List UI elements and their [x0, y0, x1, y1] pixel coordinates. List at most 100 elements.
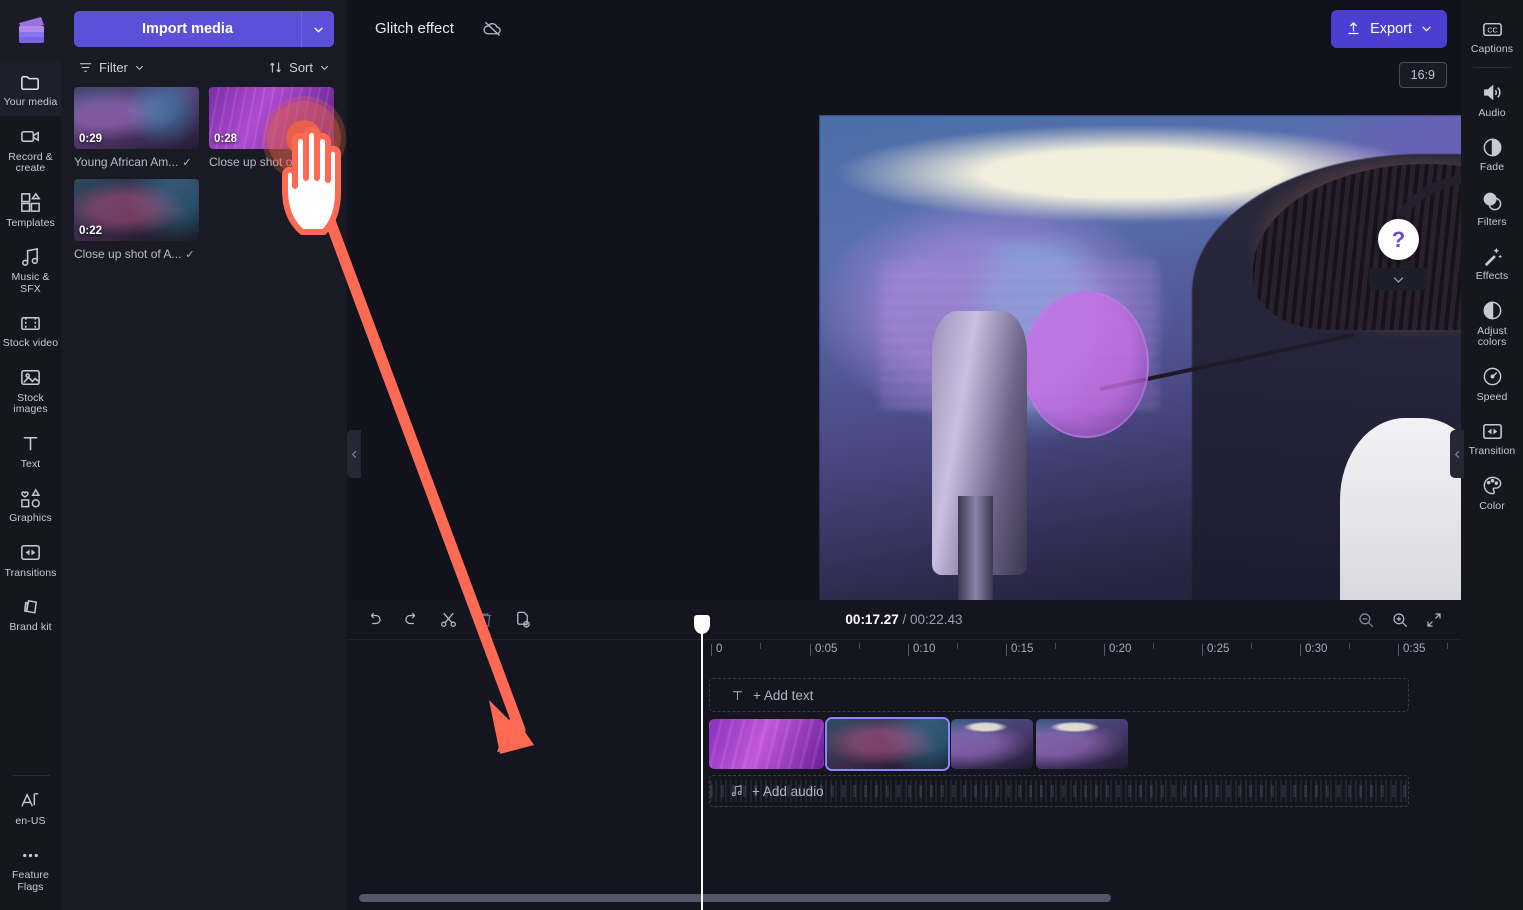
sidebar-item-text[interactable]: Text: [0, 423, 61, 478]
checkmark-icon: ✓: [182, 156, 192, 169]
panel-item-speed[interactable]: Speed: [1462, 356, 1523, 411]
sort-icon: [268, 60, 283, 75]
sidebar-item-templates[interactable]: Templates: [0, 182, 61, 237]
filter-icon: [78, 60, 93, 75]
media-thumbnail[interactable]: 0:28: [209, 87, 334, 149]
zoom-in-button[interactable]: [1391, 611, 1409, 629]
sidebar-label: en-US: [15, 814, 46, 827]
top-bar-right: Export: [1331, 9, 1447, 48]
folder-icon: [19, 70, 42, 94]
timeline-clip-3[interactable]: [951, 719, 1033, 769]
filters-icon: [1481, 190, 1504, 214]
video-pop-filter: [1022, 291, 1149, 438]
export-button[interactable]: Export: [1331, 9, 1447, 48]
project-title[interactable]: Glitch effect: [361, 13, 468, 44]
templates-icon: [19, 191, 42, 215]
sidebar-item-stock-video[interactable]: Stock video: [0, 302, 61, 357]
panel-item-fade[interactable]: Fade: [1462, 126, 1523, 181]
svg-text:CC: CC: [1487, 26, 1497, 34]
top-bar: Glitch effect Export: [347, 0, 1461, 57]
sidebar-label: Your media: [3, 96, 58, 108]
delete-button[interactable]: [476, 610, 495, 629]
speedometer-icon: [1481, 365, 1504, 389]
chevron-down-icon: [312, 23, 325, 36]
timeline-ruler[interactable]: 0 0:05 0:10 0:15 0:20 0:25 0:30 0:35 0:4…: [705, 640, 1461, 664]
media-item[interactable]: 0:28 Close up shot of: [209, 87, 334, 169]
media-name-row: Close up shot of A... ✓: [74, 247, 199, 261]
panel-item-effects[interactable]: Effects: [1462, 235, 1523, 290]
panel-item-adjust-colors[interactable]: Adjust colors: [1462, 290, 1523, 356]
panel-item-color[interactable]: Color: [1462, 465, 1523, 520]
chevron-down-icon: [319, 62, 330, 73]
fade-icon: [1481, 135, 1504, 159]
panel-item-audio[interactable]: Audio: [1462, 72, 1523, 127]
closed-caption-icon: CC: [1481, 17, 1504, 41]
timeline-clip-4[interactable]: [1036, 719, 1128, 769]
redo-button[interactable]: [402, 610, 421, 629]
clipchamp-logo[interactable]: [0, 0, 61, 61]
collapse-preview-tab[interactable]: [1369, 268, 1427, 290]
media-name-row: Close up shot of: [209, 155, 334, 169]
media-item[interactable]: 0:22 Close up shot of A... ✓: [74, 179, 199, 261]
import-media-dropdown-button[interactable]: [301, 11, 334, 47]
brand-kit-icon: [19, 595, 42, 619]
media-thumbnail[interactable]: 0:22: [74, 179, 199, 241]
palette-icon: [1481, 474, 1504, 498]
filter-button[interactable]: Filter: [78, 60, 145, 75]
media-name-row: Young African Am... ✓: [74, 155, 199, 169]
split-button[interactable]: [439, 610, 458, 629]
right-properties-rail: CC Captions Audio Fade Filters Effects A…: [1461, 0, 1523, 910]
add-audio-inner: + Add audio: [730, 784, 824, 799]
panel-label: Effects: [1475, 270, 1509, 282]
media-thumbnail[interactable]: 0:29: [74, 87, 199, 149]
sidebar-item-your-media[interactable]: Your media: [0, 61, 61, 116]
sidebar-item-feature-flags[interactable]: Feature Flags: [0, 834, 61, 900]
timeline-clip-2[interactable]: [827, 719, 948, 769]
music-note-icon: [19, 245, 42, 269]
timeline-scrollbar-thumb[interactable]: [359, 894, 1111, 902]
timeline-clip-1[interactable]: [709, 719, 824, 769]
media-duration: 0:28: [214, 133, 238, 145]
sidebar-item-language[interactable]: en-US: [0, 780, 61, 835]
cloud-off-icon: [482, 18, 503, 39]
sidebar-item-record-create[interactable]: Record & create: [0, 116, 61, 182]
timeline-scrollbar-track[interactable]: [347, 894, 1461, 902]
media-title: Close up shot of A...: [74, 247, 182, 261]
import-media-row: Import media: [74, 11, 334, 47]
panel-item-filters[interactable]: Filters: [1462, 181, 1523, 236]
magic-wand-icon: [1481, 244, 1504, 268]
help-button[interactable]: ?: [1378, 219, 1419, 260]
duplicate-button[interactable]: [513, 610, 532, 629]
left-navigation-rail: Your media Record & create Templates Mus…: [0, 0, 61, 910]
checkmark-icon: ✓: [185, 248, 195, 261]
import-media-button[interactable]: Import media: [74, 11, 301, 47]
collapse-media-panel-handle[interactable]: [347, 430, 361, 478]
sidebar-item-graphics[interactable]: Graphics: [0, 477, 61, 532]
add-audio-track[interactable]: + Add audio: [709, 775, 1409, 807]
timeline: 00:17.27 / 00:22.43 0 0:05 0:10 0:15 0:2…: [347, 600, 1461, 910]
media-item[interactable]: 0:29 Young African Am... ✓: [74, 87, 199, 169]
timeline-zoom-controls: [1357, 611, 1443, 629]
panel-item-transition[interactable]: Transition: [1462, 410, 1523, 465]
sort-button[interactable]: Sort: [268, 60, 330, 75]
fit-to-screen-button[interactable]: [1425, 611, 1443, 629]
collapse-properties-panel-handle[interactable]: [1450, 430, 1464, 478]
sidebar-item-music-sfx[interactable]: Music & SFX: [0, 236, 61, 302]
sidebar-item-transitions[interactable]: Transitions: [0, 532, 61, 587]
time-separator: /: [902, 612, 907, 627]
undo-button[interactable]: [365, 610, 384, 629]
panel-item-captions[interactable]: CC Captions: [1462, 8, 1523, 63]
sidebar-label: Brand kit: [9, 621, 52, 633]
sidebar-item-brand-kit[interactable]: Brand kit: [0, 586, 61, 641]
video-preview[interactable]: [819, 115, 1523, 604]
aspect-ratio-badge[interactable]: 16:9: [1398, 62, 1447, 88]
cloud-sync-button[interactable]: [476, 13, 509, 44]
media-panel: Import media Filter Sort 0:29 Young Afri…: [61, 0, 347, 910]
add-text-track[interactable]: + Add text: [709, 678, 1409, 712]
panel-label: Transition: [1468, 445, 1516, 457]
zoom-out-button[interactable]: [1357, 611, 1375, 629]
sidebar-label: Stock video: [2, 337, 59, 349]
sidebar-item-stock-images[interactable]: Stock images: [0, 357, 61, 423]
image-icon: [19, 366, 42, 390]
panel-label: Color: [1479, 499, 1505, 512]
